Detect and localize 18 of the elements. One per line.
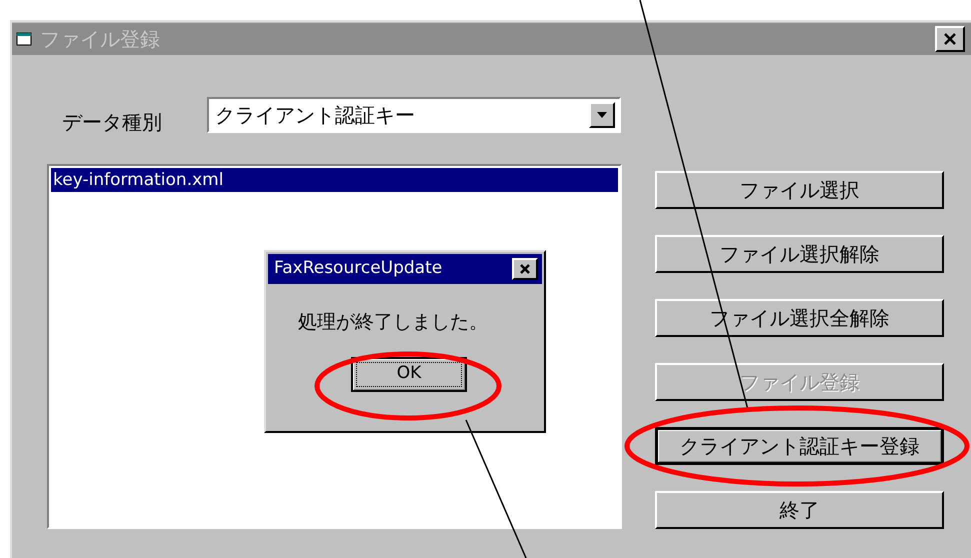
data-type-label: データ種別 [62, 109, 163, 136]
close-button[interactable] [935, 26, 965, 52]
dialog-message: 処理が終了しました。 [298, 310, 488, 335]
caret-icon [597, 112, 607, 118]
dropdown-arrow-button[interactable] [589, 102, 615, 128]
close-icon [519, 263, 531, 275]
action-button[interactable]: 終了 [655, 491, 944, 529]
window-title: ファイル登録 [40, 29, 160, 49]
action-button[interactable]: クライアント認証キー登録 [655, 427, 944, 465]
action-button[interactable]: ファイル選択 [655, 171, 944, 209]
dialog-title: FaxResourceUpdate [274, 257, 444, 280]
ok-button[interactable]: OK [351, 356, 467, 392]
close-button[interactable] [512, 258, 538, 280]
close-icon [943, 32, 957, 46]
action-button[interactable]: ファイル選択解除 [655, 235, 944, 273]
data-type-dropdown[interactable]: クライアント認証キー [207, 97, 621, 133]
file-list-item[interactable]: key-information.xml [51, 168, 618, 192]
window-icon [16, 32, 32, 46]
